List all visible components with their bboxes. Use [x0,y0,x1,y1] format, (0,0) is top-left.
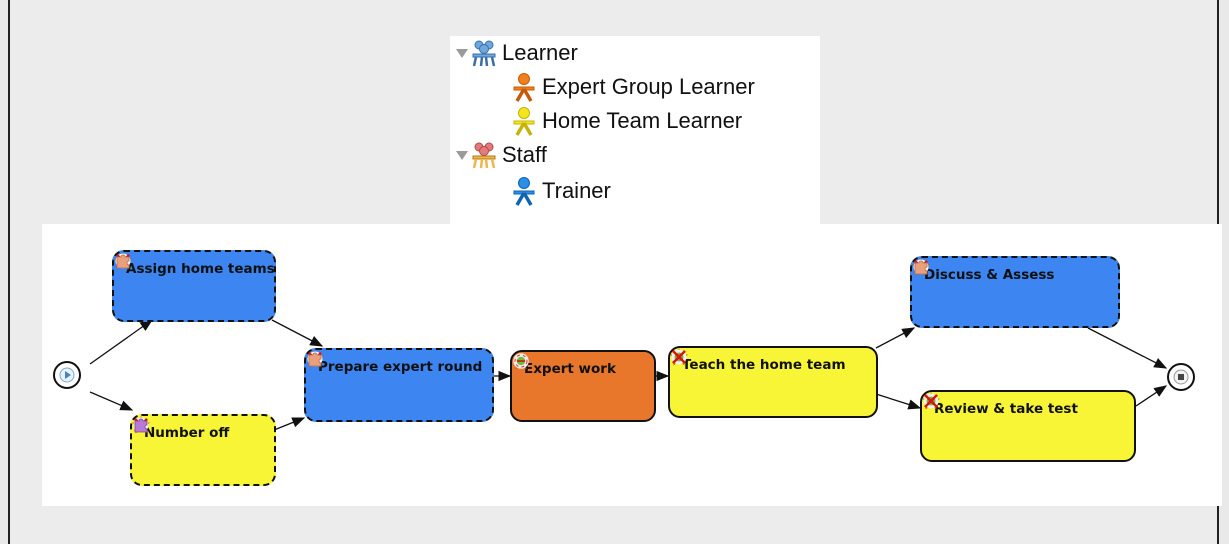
person-icon [513,177,535,206]
activity-title: Discuss & Assess [924,267,1055,283]
activity-prepare-expert-round[interactable]: Prepare expert round 1 [304,348,494,422]
activity-title: Prepare expert round [318,359,483,375]
role-group-learner[interactable]: Learner [456,36,578,70]
activity-title: Assign home teams [126,261,275,277]
edge-teach-review [875,393,922,410]
role-item-expert-group-learner[interactable]: Expert Group Learner [510,70,755,104]
activity-expert-work[interactable]: Expert work 1 [510,350,656,422]
activity-title: Expert work [524,361,616,377]
activity-discuss-and-assess[interactable]: Discuss & Assess 1 [910,256,1120,328]
start-node-icon[interactable] [52,360,82,390]
role-group-label: Learner [502,40,578,65]
learner-group-icon [472,40,496,67]
edge-discuss-end [1087,327,1168,369]
role-group-staff[interactable]: Staff [456,138,547,172]
role-group-label: Staff [502,142,547,167]
edge-start-assign [89,319,154,365]
role-item-label: Home Team Learner [542,108,743,133]
role-item-label: Trainer [542,178,611,203]
activity-title: Number off [144,425,230,441]
role-item-home-team-learner[interactable]: Home Team Learner [510,104,742,138]
activity-number-off[interactable]: Number off 1 [130,414,276,486]
activity-assign-home-teams[interactable]: Assign home teams 1 [112,250,276,322]
ring-icon [513,353,529,369]
activity-title: Review & take test [934,401,1078,417]
crossed-ring-icon [923,393,939,409]
role-item-label: Expert Group Learner [542,74,755,99]
puzzle-icon [134,418,148,433]
activity-diagram: Assign home teams 1 Number off 1 Prepare… [42,224,1222,506]
person-icon [513,73,535,102]
crossed-ring-icon [671,349,687,365]
edge-review-end [1135,385,1168,407]
role-tree: Learner Expert Group Learner Home Team L… [450,36,820,226]
activity-teach-the-home-team[interactable]: Teach the home team 1 [668,346,878,418]
role-item-trainer[interactable]: Trainer [510,174,611,208]
expand-triangle-icon[interactable] [456,48,468,58]
puzzle-icon [116,254,130,269]
edge-start-number [89,391,134,411]
puzzle-icon [308,352,322,367]
end-node-icon[interactable] [1166,362,1196,392]
edge-teach-discuss [875,327,916,349]
activity-title: Teach the home team [682,357,846,373]
expand-triangle-icon[interactable] [456,150,468,160]
edge-assign-prepare [271,319,324,347]
staff-group-icon [472,142,496,169]
edge-number-prepare [273,417,306,431]
person-icon [513,107,535,136]
puzzle-icon [914,260,928,275]
window-frame: Learner Expert Group Learner Home Team L… [8,0,1222,544]
activity-review-and-take-test[interactable]: Review & take test 1 [920,390,1136,462]
